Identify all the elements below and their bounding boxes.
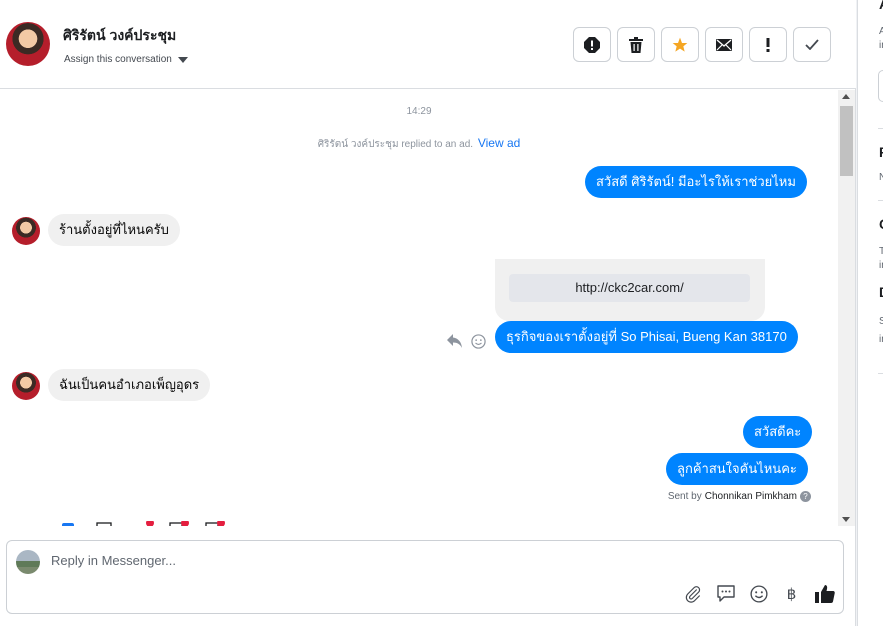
sidebar-peek-text: C [879, 216, 883, 232]
ad-reply-note: ศิริรัตน์ วงค์ประชุม replied to an ad. V… [0, 136, 838, 152]
trash-icon [629, 36, 643, 53]
contact-avatar[interactable] [6, 22, 50, 66]
scroll-up-arrow-icon[interactable] [842, 94, 850, 99]
assign-label: Assign this conversation [64, 54, 172, 65]
sidebar-peek-text: A [879, 0, 883, 12]
sent-by-note: Sent by Chonnikan Pimkham ? [668, 491, 811, 502]
link-preview-url[interactable]: http://ckc2car.com/ [509, 274, 750, 302]
conversation-header: ศิริรัตน์ วงค์ประชุม Assign this convers… [0, 0, 856, 89]
contact-name[interactable]: ศิริรัตน์ วงค์ประชุม [63, 25, 176, 47]
right-sidebar: A A in F N C T in D S in [857, 0, 883, 626]
outgoing-message: ธุรกิจของเราตั้งอยู่ที่ So Phisai, Bueng… [495, 321, 798, 353]
emoji-icon[interactable] [748, 583, 769, 604]
contact-avatar-small [12, 217, 40, 245]
sidebar-peek-text: N [879, 172, 883, 183]
outgoing-message: สวัสดี ศิริรัตน์! มีอะไรให้เราช่วยไหม [585, 166, 807, 198]
thumbs-up-icon[interactable] [814, 583, 835, 604]
composer-tools: ฿ [682, 583, 835, 604]
star-button[interactable] [661, 27, 699, 62]
sent-by-prefix: Sent by [667, 491, 702, 502]
outgoing-message: ลูกค้าสนใจคันไหนคะ [666, 453, 808, 485]
incoming-message: ร้านตั้งอยู่ที่ไหนครับ [48, 214, 180, 246]
header-actions [573, 27, 831, 62]
sidebar-peek-text: F [879, 144, 883, 160]
sidebar-peek-text: S [879, 316, 883, 327]
sidebar-field[interactable] [878, 70, 883, 102]
message-thread: 14:29 ศิริรัตน์ วงค์ประชุม replied to an… [0, 90, 838, 526]
scrollbar-thumb[interactable] [840, 106, 853, 176]
bottom-toolbar-peek [60, 518, 260, 526]
report-spam-button[interactable] [573, 27, 611, 62]
mail-icon [716, 38, 732, 51]
scroll-down-arrow-icon[interactable] [842, 517, 850, 522]
paperclip-icon[interactable] [682, 583, 703, 604]
sidebar-peek-text: in [879, 40, 883, 51]
reply-icon[interactable] [447, 334, 463, 354]
message-hover-actions [447, 334, 486, 354]
reply-input[interactable] [51, 553, 651, 568]
outgoing-message: สวัสดีคะ [743, 416, 813, 448]
check-icon [805, 39, 819, 50]
view-ad-link[interactable]: View ad [478, 136, 520, 150]
follow-up-button[interactable] [749, 27, 787, 62]
sidebar-peek-text: A [879, 26, 883, 37]
mark-done-button[interactable] [793, 27, 831, 62]
sent-by-name: Chonnikan Pimkham [704, 491, 797, 502]
incoming-message: ฉันเป็นคนอำเภอเพ็ญอุดร [48, 369, 211, 401]
saved-reply-icon[interactable] [715, 583, 736, 604]
sidebar-peek-text: T [879, 246, 883, 257]
thread-scrollbar[interactable] [838, 90, 855, 526]
help-icon[interactable]: ? [800, 491, 811, 502]
sidebar-divider [878, 128, 883, 129]
baht-icon[interactable]: ฿ [781, 583, 802, 604]
sidebar-divider [878, 373, 883, 374]
sidebar-peek-text: in [879, 334, 883, 345]
conversation-panel: ศิริรัตน์ วงค์ประชุม Assign this convers… [0, 0, 856, 626]
delete-button[interactable] [617, 27, 655, 62]
sidebar-divider [878, 200, 883, 201]
caret-down-icon [177, 56, 188, 63]
sidebar-peek-text: D [879, 284, 883, 300]
reply-composer: ฿ [6, 540, 844, 614]
message-timestamp: 14:29 [406, 106, 432, 117]
follow-up-icon [766, 37, 770, 52]
react-emoji-icon[interactable] [471, 334, 486, 354]
ad-reply-text: ศิริรัตน์ วงค์ประชุม replied to an ad. [317, 139, 474, 150]
report-spam-icon [584, 36, 600, 53]
star-icon [672, 37, 688, 53]
mark-unread-button[interactable] [705, 27, 743, 62]
contact-avatar-small [12, 372, 40, 400]
page-avatar [16, 550, 40, 574]
assign-conversation-dropdown[interactable]: Assign this conversation [64, 54, 188, 65]
link-preview-card[interactable]: http://ckc2car.com/ [495, 259, 765, 321]
sidebar-peek-text: in [879, 260, 883, 271]
